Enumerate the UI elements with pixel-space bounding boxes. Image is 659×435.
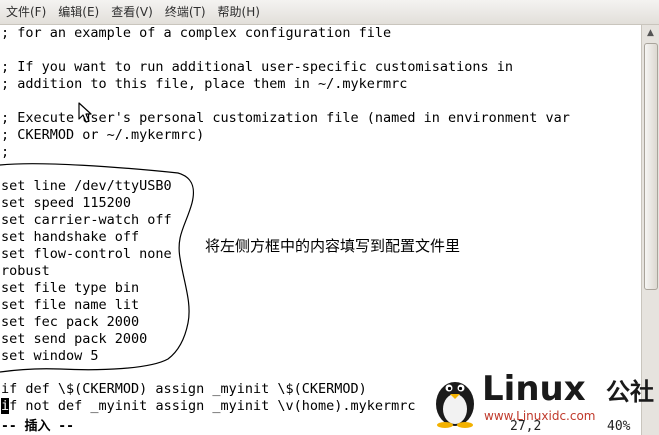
mouse-pointer-icon	[78, 102, 92, 123]
scroll-percent: 40%	[607, 419, 631, 434]
annotation-text: 将左侧方框中的内容填写到配置文件里	[205, 237, 461, 255]
watermark-suffix: 公社	[606, 378, 654, 406]
menu-view[interactable]: 查看(V)	[105, 0, 159, 24]
menu-bar: 文件(F) 编辑(E) 查看(V) 终端(T) 帮助(H)	[0, 0, 659, 25]
insert-mode-indicator: -- 插入 --	[1, 419, 74, 434]
cursor-position: 27,2	[510, 419, 542, 434]
editor-line: ; addition to this file, place them in ~…	[1, 76, 408, 92]
editor-line: if def \$(CKERMOD) assign _myinit \$(CKE…	[1, 381, 367, 397]
editor-line: ; CKERMOD or ~/.mykermrc)	[1, 127, 205, 143]
editor-line: ;	[1, 144, 10, 160]
text-cursor: i	[1, 398, 10, 414]
editor-line: ; If you want to run additional user-spe…	[1, 59, 514, 75]
editor-cursor-line: if not def _myinit assign _myinit \v(hom…	[1, 398, 416, 415]
outline-path	[0, 163, 195, 373]
annotation-outline	[0, 163, 195, 373]
editor-line: ; for an example of a complex configurat…	[1, 25, 392, 41]
tux-penguin-icon	[436, 382, 474, 428]
menu-edit[interactable]: 编辑(E)	[52, 0, 105, 24]
menu-file[interactable]: 文件(F)	[0, 0, 52, 24]
watermark-title: Linux	[482, 369, 586, 409]
scroll-thumb[interactable]	[644, 43, 658, 290]
menu-help[interactable]: 帮助(H)	[212, 0, 266, 24]
scroll-up-arrow-icon[interactable]: ▲	[642, 25, 659, 41]
menu-terminal[interactable]: 终端(T)	[159, 0, 212, 24]
editor-line-rest: f not def _myinit assign _myinit \v(home…	[9, 398, 416, 414]
